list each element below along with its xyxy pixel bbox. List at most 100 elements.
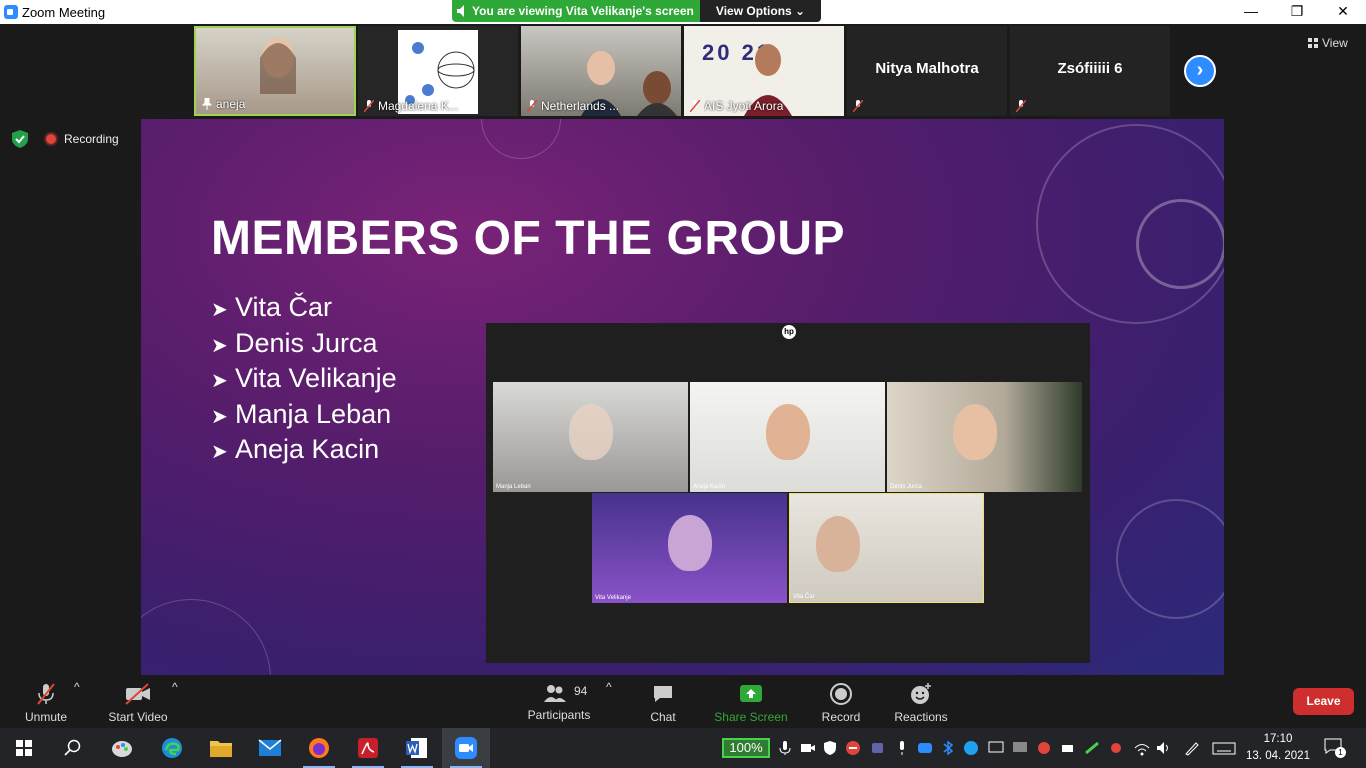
view-label: View (1322, 36, 1348, 50)
view-button[interactable]: View (1300, 33, 1360, 53)
teams-tray-icon[interactable] (870, 740, 886, 756)
search-button[interactable] (48, 728, 96, 768)
participants-button[interactable]: 94 Participants (522, 680, 596, 726)
camera-tray-icon[interactable] (800, 740, 816, 756)
participant-count: 94 (574, 684, 588, 698)
participant-name: Magdalena K... (378, 99, 459, 113)
viewing-text: You are viewing Vita Velikanje's screen (472, 4, 694, 18)
pdf-reader-icon (358, 738, 378, 758)
video-options-caret-icon[interactable]: ^ (172, 680, 178, 726)
maximize-icon[interactable]: ❐ (1274, 0, 1320, 24)
leave-button[interactable]: Leave (1293, 688, 1354, 715)
volume-icon[interactable] (1156, 740, 1172, 756)
tile-name: Aneja Kacin (693, 484, 726, 490)
muted-mic-icon (527, 100, 537, 112)
taskbar-clock[interactable]: 17:10 13. 04. 2021 (1238, 731, 1318, 765)
speaker-icon (457, 5, 464, 17)
taskbar-edge-app[interactable] (148, 728, 196, 768)
participant-thumbnail[interactable]: aneja (194, 26, 356, 116)
reactions-button[interactable]: Reactions (890, 680, 952, 726)
close-icon[interactable]: ✕ (1320, 0, 1366, 24)
bluetooth-icon[interactable] (940, 740, 956, 756)
participant-thumbnail[interactable]: Magdalena K... (358, 26, 518, 116)
hp-logo: hp (782, 325, 796, 339)
muted-mic-icon (1016, 100, 1026, 112)
mic-tray-icon[interactable] (894, 740, 910, 756)
notification-badge: 1 (1335, 747, 1346, 758)
start-video-button[interactable]: Start Video (104, 680, 172, 726)
share-screen-button[interactable]: Share Screen (712, 680, 790, 726)
decor-circle (141, 599, 271, 675)
notification-center-button[interactable]: 1 (1324, 738, 1346, 758)
unmute-label: Unmute (24, 710, 68, 724)
reactions-label: Reactions (894, 710, 948, 724)
participant-thumbnail[interactable]: Netherlands ... (521, 26, 681, 116)
muted-mic-icon (364, 100, 374, 112)
tile-name: Vita Čar (793, 594, 815, 600)
taskbar-word-app[interactable] (393, 728, 441, 768)
taskbar-firefox-app[interactable] (295, 728, 343, 768)
participants-icon (544, 685, 566, 702)
recording-indicator[interactable]: Recording (40, 129, 120, 149)
participant-name: Netherlands ... (541, 99, 620, 113)
taskbar-paint-app[interactable] (98, 728, 146, 768)
next-page-chevron-icon[interactable]: › (1184, 55, 1216, 87)
grid-view-icon (1308, 38, 1318, 48)
face (568, 404, 613, 460)
reactions-emoji-icon (911, 683, 931, 704)
taskbar-mail-app[interactable] (246, 728, 294, 768)
chat-button[interactable]: Chat (640, 680, 686, 726)
taskbar-file-explorer-app[interactable] (197, 728, 245, 768)
pen-tray-icon[interactable] (1184, 740, 1200, 756)
participant-name-large: Zsófiiiii 6 (1057, 60, 1123, 77)
monitor-tray-icon[interactable] (1012, 740, 1028, 756)
minimize-icon[interactable]: — (1228, 0, 1274, 24)
participant-thumbnail[interactable]: Zsófiiiii 6 (1010, 26, 1170, 116)
app-tray-icon[interactable] (1108, 740, 1124, 756)
unmute-button[interactable]: Unmute (18, 680, 74, 726)
video-off-icon (125, 683, 150, 705)
video-tile: Manja Leban (493, 382, 688, 492)
recording-dot-icon (46, 134, 56, 144)
face (667, 515, 712, 571)
security-shield-icon[interactable] (10, 129, 30, 149)
defender-shield-tray-icon[interactable] (822, 740, 838, 756)
skype-tray-icon[interactable] (963, 740, 979, 756)
zoom-app-icon (455, 737, 477, 759)
start-button[interactable] (0, 728, 48, 768)
zoom-tray-icon[interactable] (917, 740, 933, 756)
audio-options-caret-icon[interactable]: ^ (74, 680, 80, 726)
view-options-button[interactable]: View Options ⌄ (700, 0, 821, 22)
record-button[interactable]: Record (816, 680, 866, 726)
blocked-tray-icon[interactable] (845, 740, 861, 756)
shared-screen-slide: MEMBERS OF THE GROUP Vita Čar Denis Jurc… (141, 119, 1224, 675)
settings-tray-icon[interactable] (1036, 740, 1052, 756)
clock-time: 17:10 (1263, 733, 1293, 745)
list-item: Vita Čar (211, 291, 397, 327)
video-tile: Vita Čar (789, 493, 984, 603)
participant-name: AIS Jyoti Arora (704, 99, 784, 113)
power-tray-icon[interactable] (1060, 740, 1076, 756)
taskbar-zoom-app[interactable] (442, 728, 490, 768)
slide-title: MEMBERS OF THE GROUP (211, 212, 846, 265)
chat-label: Chat (650, 710, 676, 724)
recording-label: Recording (64, 132, 119, 146)
video-tile: Vita Velikanje (592, 493, 787, 603)
battery-indicator[interactable]: 100% (722, 738, 770, 758)
keyboard-icon[interactable] (1212, 740, 1236, 756)
participants-options-caret-icon[interactable]: ^ (606, 680, 612, 726)
display-tray-icon[interactable] (988, 740, 1004, 756)
list-item: Denis Jurca (211, 327, 397, 363)
face (952, 404, 997, 460)
participant-thumbnail[interactable]: Nitya Malhotra (847, 26, 1007, 116)
muted-mic-icon (37, 683, 55, 705)
window-title: Zoom Meeting (22, 5, 106, 20)
face (816, 516, 861, 572)
record-label: Record (821, 710, 861, 724)
taskbar-acrobat-app[interactable] (344, 728, 392, 768)
wifi-icon[interactable] (1134, 740, 1150, 756)
microphone-tray-icon[interactable] (777, 740, 793, 756)
network-tray-icon[interactable] (1084, 740, 1100, 756)
participant-thumbnail[interactable]: 20 21 AIS Jyoti Arora (684, 26, 844, 116)
video-tile: Aneja Kacin (690, 382, 885, 492)
